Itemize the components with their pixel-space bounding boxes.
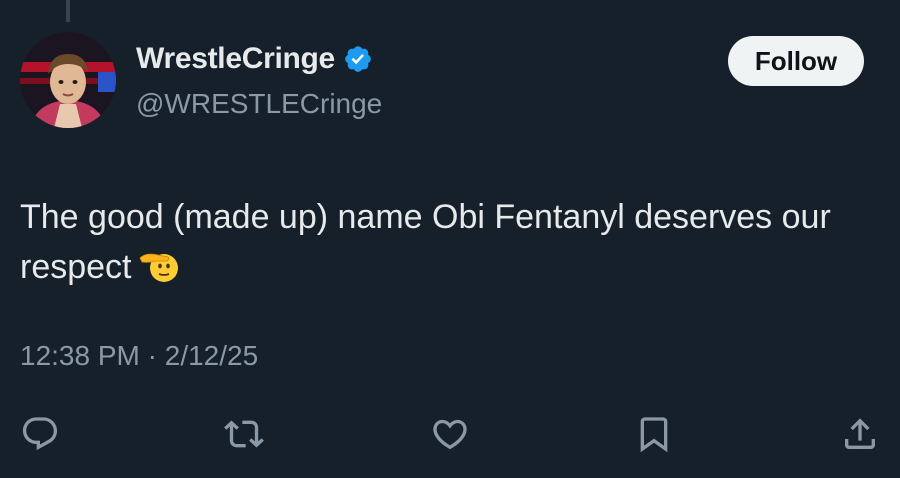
- tweet-action-bar: [0, 412, 900, 456]
- tweet-card: WrestleCringe @WRESTLECringe Follow The …: [0, 0, 900, 478]
- bookmark-icon: [640, 417, 668, 453]
- tweet-body: The good (made up) name Obi Fentanyl des…: [20, 192, 870, 292]
- timestamp-separator: ·: [147, 340, 157, 371]
- retweet-icon: [224, 420, 264, 448]
- follow-button[interactable]: Follow: [728, 36, 864, 86]
- bookmark-button[interactable]: [632, 412, 676, 456]
- share-icon: [845, 418, 875, 449]
- saluting-face-icon: [138, 246, 180, 286]
- like-icon: [433, 419, 467, 450]
- share-button[interactable]: [838, 412, 882, 456]
- like-button[interactable]: [428, 412, 472, 456]
- verified-badge-icon: [343, 44, 373, 74]
- retweet-button[interactable]: [222, 412, 266, 456]
- avatar[interactable]: [20, 32, 116, 128]
- reply-button[interactable]: [18, 412, 62, 456]
- avatar-icon: [20, 32, 116, 128]
- author-name-row: WrestleCringe: [136, 42, 373, 76]
- tweet-time: 12:38 PM: [20, 340, 140, 371]
- tweet-date: 2/12/25: [164, 340, 259, 371]
- thread-connector-line: [66, 0, 70, 22]
- author-display-name[interactable]: WrestleCringe: [136, 42, 335, 76]
- author-handle[interactable]: @WRESTLECringe: [136, 88, 382, 120]
- reply-icon: [22, 417, 58, 451]
- tweet-timestamp[interactable]: 12:38 PM · 2/12/25: [20, 340, 258, 372]
